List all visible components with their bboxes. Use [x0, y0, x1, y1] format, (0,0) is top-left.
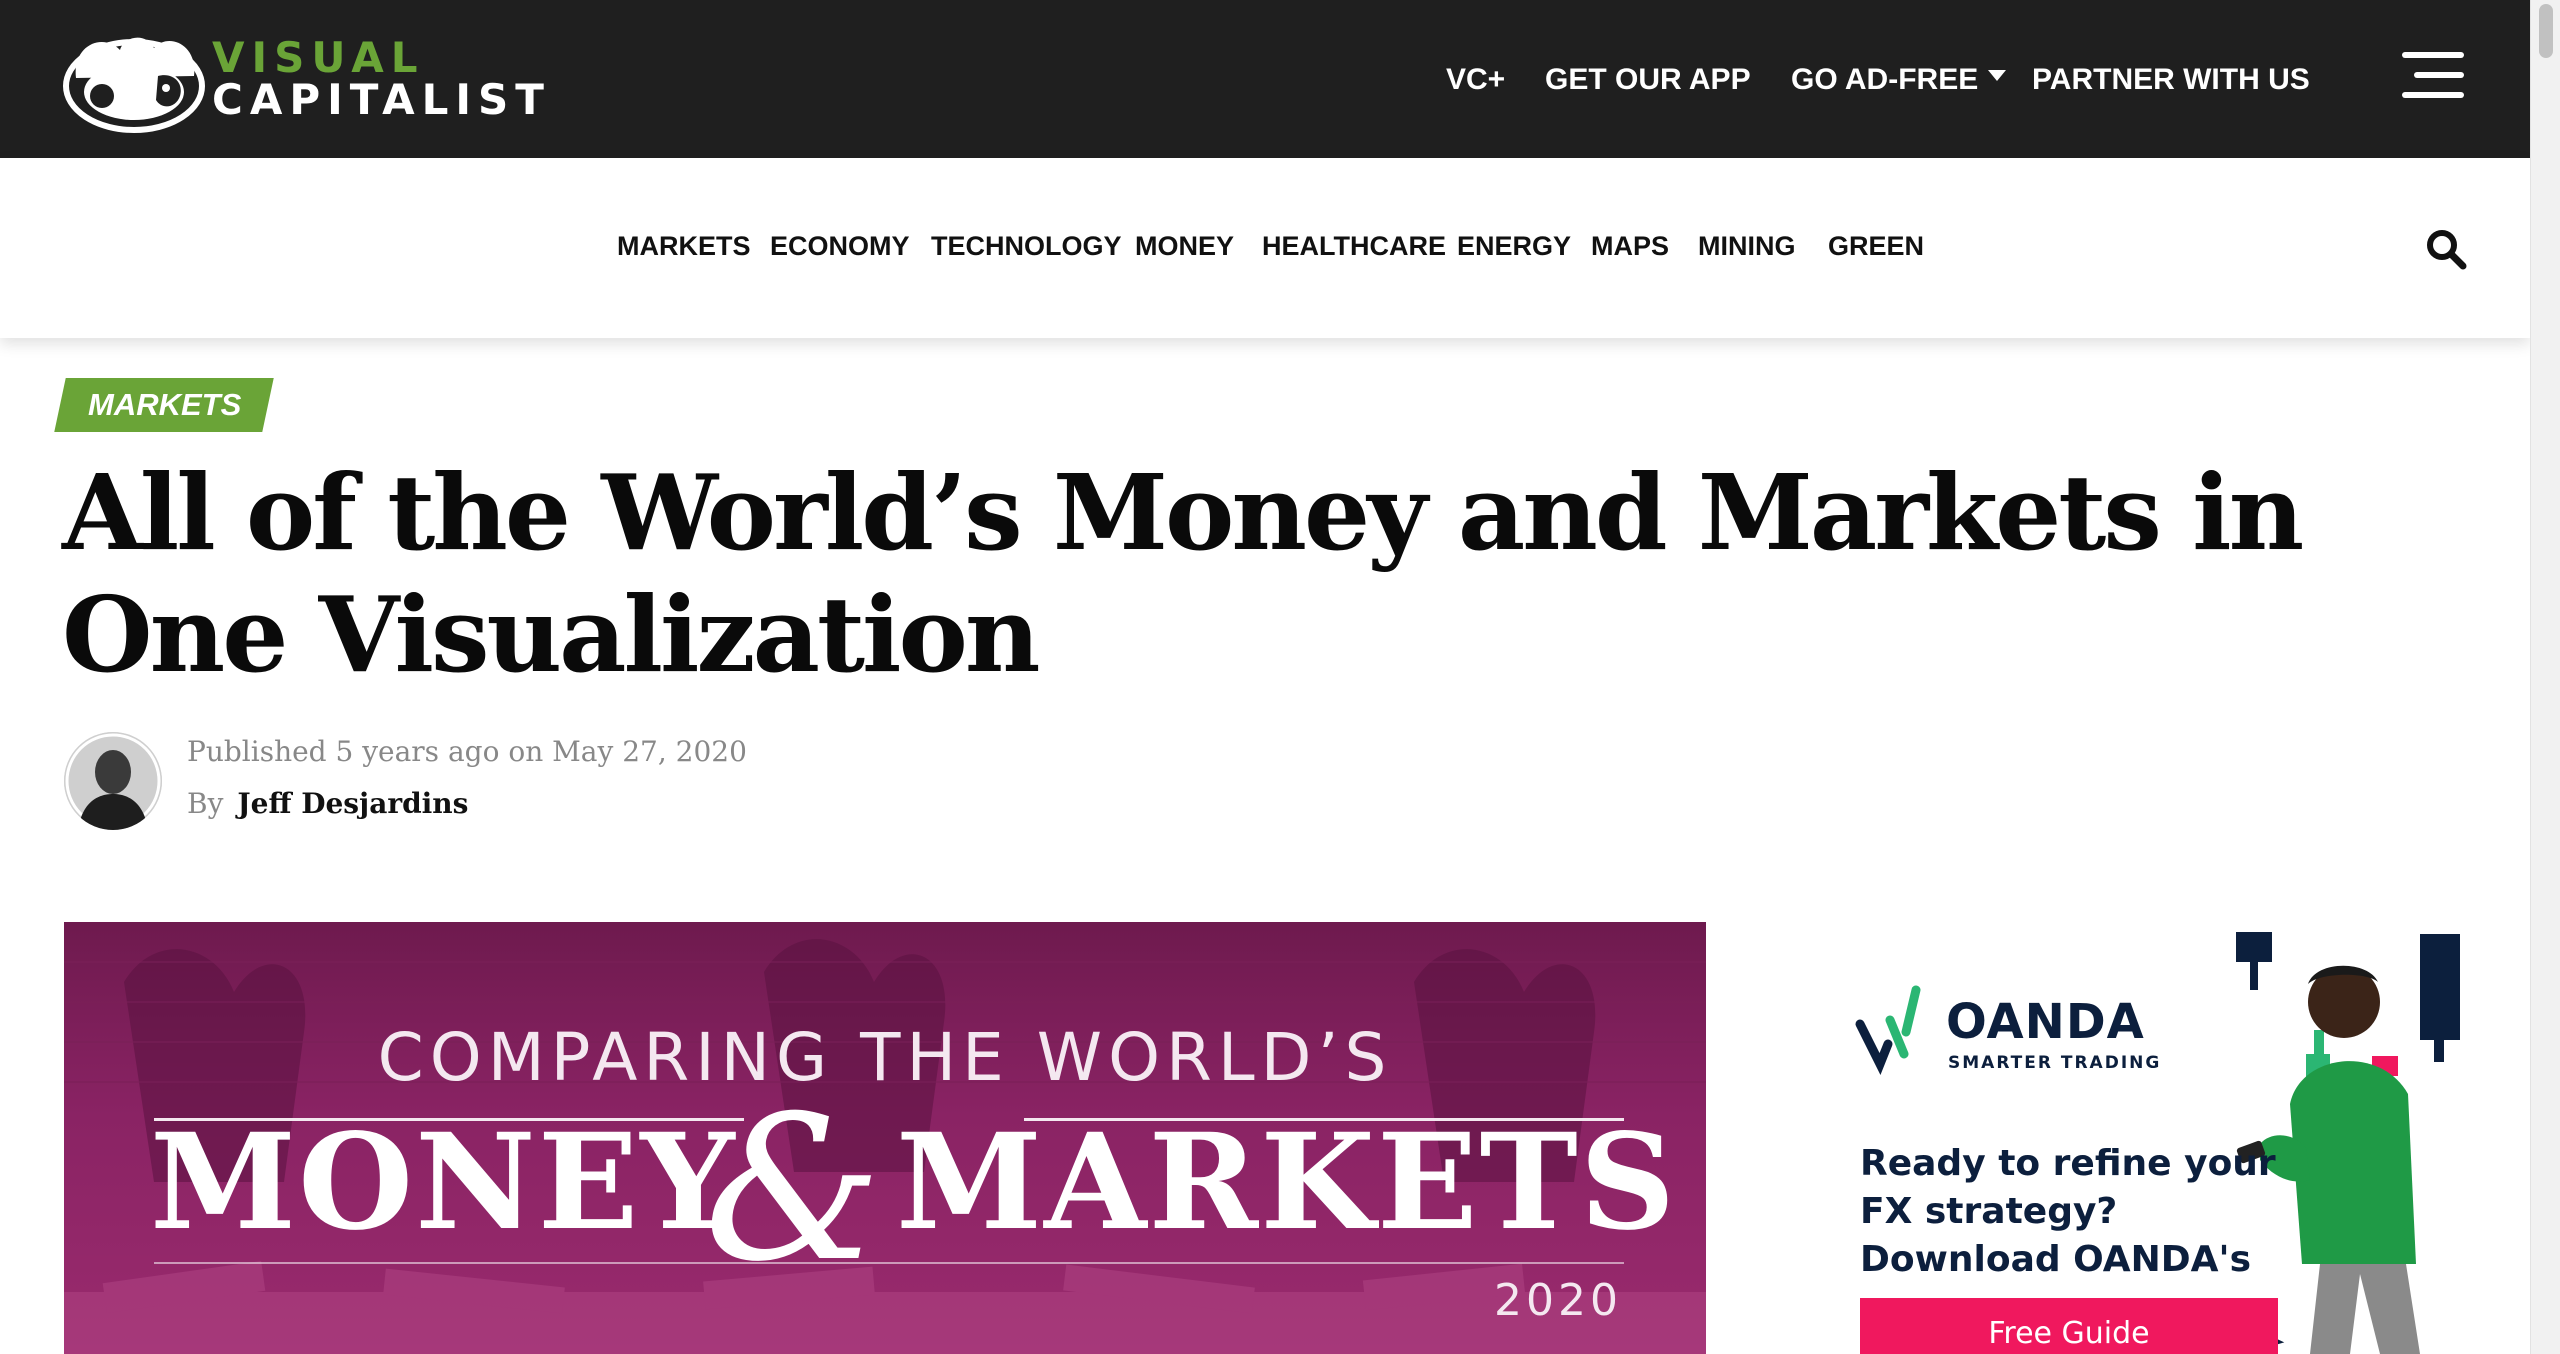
piggy-bank-logo-icon — [63, 37, 205, 133]
hero-image: COMPARING THE WORLD’S MONEY & MARKETS 20… — [64, 922, 1706, 1354]
hero-year: 2020 — [1494, 1275, 1622, 1326]
category-maps[interactable]: MAPS — [1591, 226, 1669, 266]
site-header: VISUAL CAPITALIST VC+ GET OUR APP GO AD-… — [0, 0, 2530, 158]
author-avatar[interactable] — [64, 732, 162, 830]
ad-brand-name: OANDA — [1946, 994, 2145, 1050]
oanda-logo-icon — [1855, 985, 1921, 1075]
nav-get-our-app[interactable]: GET OUR APP — [1545, 58, 1751, 102]
site-logo[interactable]: VISUAL CAPITALIST — [62, 26, 544, 134]
page-scrollbar[interactable] — [2530, 0, 2560, 1354]
category-green[interactable]: GREEN — [1828, 226, 1924, 266]
hero-heading-line1: COMPARING THE WORLD’S — [377, 1019, 1393, 1096]
hero-heading-money: MONEY — [150, 1105, 737, 1260]
ad-free-guide-button[interactable]: Free Guide — [1860, 1298, 2278, 1354]
oanda-advertisement[interactable]: OANDA SMARTER TRADING Ready to refine yo… — [1840, 924, 2466, 1354]
nav-go-ad-free[interactable]: GO AD-FREE — [1791, 58, 2007, 102]
author-link[interactable]: Jeff Desjardins — [237, 787, 468, 820]
category-tag-label[interactable]: MARKETS — [88, 382, 241, 428]
category-money[interactable]: MONEY — [1135, 226, 1234, 266]
nav-partner-with-us[interactable]: PARTNER WITH US — [2032, 58, 2310, 102]
category-energy[interactable]: ENERGY — [1457, 226, 1571, 266]
ad-copy-text: Ready to refine your FX strategy? Downlo… — [1860, 1143, 2276, 1280]
category-healthcare[interactable]: HEALTHCARE — [1262, 226, 1446, 266]
chevron-down-icon — [1988, 69, 2007, 81]
nav-vc-plus[interactable]: VC+ — [1446, 58, 1505, 102]
publish-date: Published 5 years ago on May 27, 2020 — [187, 735, 747, 768]
search-icon[interactable] — [2425, 228, 2467, 270]
category-technology[interactable]: TECHNOLOGY — [931, 226, 1122, 266]
author-photo — [64, 732, 162, 830]
category-economy[interactable]: ECONOMY — [770, 226, 910, 266]
category-mining[interactable]: MINING — [1698, 226, 1796, 266]
category-navigation: MARKETS ECONOMY TECHNOLOGY MONEY HEALTHC… — [0, 158, 2530, 338]
hero-ampersand: & — [704, 1073, 883, 1306]
byline-label: By — [187, 787, 224, 820]
hero-divider-bottom — [154, 1262, 1624, 1264]
hero-heading-markets: MARKETS — [896, 1105, 1678, 1260]
ad-graphics — [1855, 932, 2460, 1354]
ad-brand-tagline: SMARTER TRADING — [1948, 1053, 2162, 1073]
nav-go-ad-free-label: GO AD-FREE — [1791, 63, 1979, 96]
category-markets[interactable]: MARKETS — [617, 226, 751, 266]
byline: By Jeff Desjardins — [187, 784, 468, 824]
scrollbar-thumb[interactable] — [2539, 4, 2553, 58]
menu-icon[interactable] — [2402, 52, 2464, 98]
logo-text-capitalist: CAPITALIST — [212, 75, 551, 124]
article-title: All of the World’s Money and Markets in … — [62, 451, 2304, 696]
